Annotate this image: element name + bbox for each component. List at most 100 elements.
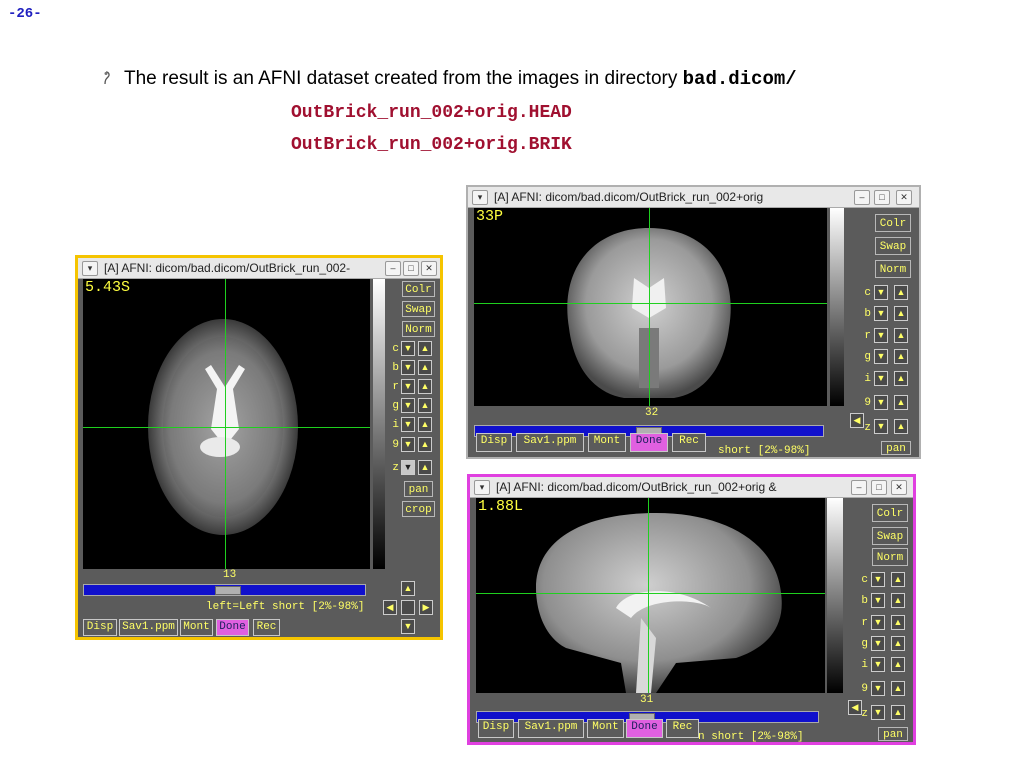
arrow-down-icon[interactable]: ▼: [401, 398, 415, 413]
arrow-down-icon[interactable]: ▼: [874, 328, 888, 343]
pan-button[interactable]: pan: [878, 727, 908, 741]
crosshair-vertical: [649, 208, 650, 406]
arrow-up-icon[interactable]: ▲: [891, 657, 905, 672]
arrow-right-icon[interactable]: ▶: [419, 600, 433, 615]
arrow-up-icon[interactable]: ▲: [418, 398, 432, 413]
arrow-up-icon[interactable]: ▲: [891, 615, 905, 630]
rec-button[interactable]: Rec: [672, 433, 706, 452]
minimize-icon[interactable]: ‒: [851, 480, 867, 495]
arrow-down-icon[interactable]: ▼: [874, 395, 888, 410]
slice-slider[interactable]: [83, 584, 366, 596]
arrow-down-icon[interactable]: ▼: [874, 306, 888, 321]
pan-button[interactable]: pan: [881, 441, 911, 455]
sagittal-image[interactable]: 1.88L: [476, 498, 825, 693]
arrow-up-icon[interactable]: ▲: [891, 572, 905, 587]
save-button[interactable]: Sav1.ppm: [516, 433, 584, 452]
arrow-left-icon[interactable]: ◀: [383, 600, 397, 615]
arrow-up-icon[interactable]: ▲: [891, 705, 905, 720]
maximize-icon[interactable]: □: [874, 190, 890, 205]
colr-button[interactable]: Colr: [872, 504, 908, 522]
arrow-down-icon[interactable]: ▼: [871, 657, 885, 672]
norm-button[interactable]: Norm: [875, 260, 911, 278]
arrow-up-icon[interactable]: ▲: [418, 360, 432, 375]
arrow-down-icon[interactable]: ▼: [871, 705, 885, 720]
disp-button[interactable]: Disp: [476, 433, 512, 452]
chevron-down-icon[interactable]: ▾: [82, 261, 98, 276]
close-icon[interactable]: ✕: [421, 261, 437, 276]
arrow-down-icon[interactable]: ▼: [874, 349, 888, 364]
center-button[interactable]: [401, 600, 415, 615]
arrow-up-icon[interactable]: ▲: [894, 419, 908, 434]
minimize-icon[interactable]: ‒: [385, 261, 401, 276]
intensity-colorbar[interactable]: [830, 208, 844, 406]
arrow-up-icon[interactable]: ▲: [401, 581, 415, 596]
close-icon[interactable]: ✕: [891, 480, 907, 495]
axial-image[interactable]: 5.43S: [83, 279, 370, 569]
arrow-down-icon[interactable]: ▼: [401, 360, 415, 375]
row-label-i: i: [861, 659, 868, 671]
arrow-up-icon[interactable]: ▲: [418, 379, 432, 394]
window-titlebar[interactable]: ▾ [A] AFNI: dicom/bad.dicom/OutBrick_run…: [78, 258, 440, 279]
arrow-down-icon[interactable]: ▼: [871, 681, 885, 696]
arrow-down-icon[interactable]: ▼: [401, 379, 415, 394]
arrow-down-icon[interactable]: ▼: [401, 417, 415, 432]
window-titlebar[interactable]: ▾ [A] AFNI: dicom/bad.dicom/OutBrick_run…: [470, 477, 913, 498]
swap-button[interactable]: Swap: [872, 527, 908, 545]
close-icon[interactable]: ✕: [896, 190, 912, 205]
colr-button[interactable]: Colr: [402, 281, 435, 297]
arrow-down-icon[interactable]: ▼: [401, 341, 415, 356]
arrow-up-icon[interactable]: ▲: [894, 328, 908, 343]
done-button[interactable]: Done: [216, 619, 249, 636]
maximize-icon[interactable]: □: [403, 261, 419, 276]
mont-button[interactable]: Mont: [587, 719, 624, 738]
rec-button[interactable]: Rec: [253, 619, 280, 636]
disp-button[interactable]: Disp: [83, 619, 117, 636]
norm-button[interactable]: Norm: [872, 548, 908, 566]
done-button[interactable]: Done: [630, 433, 668, 452]
disp-button[interactable]: Disp: [478, 719, 514, 738]
save-button[interactable]: Sav1.ppm: [119, 619, 178, 636]
arrow-up-icon[interactable]: ▲: [891, 636, 905, 651]
arrow-up-icon[interactable]: ▲: [894, 395, 908, 410]
arrow-down-icon[interactable]: ▼: [874, 371, 888, 386]
save-button[interactable]: Sav1.ppm: [518, 719, 584, 738]
arrow-down-icon[interactable]: ▼: [401, 460, 415, 475]
minimize-icon[interactable]: ‒: [854, 190, 870, 205]
arrow-up-icon[interactable]: ▲: [891, 593, 905, 608]
colr-button[interactable]: Colr: [875, 214, 911, 232]
arrow-up-icon[interactable]: ▲: [418, 341, 432, 356]
arrow-down-icon[interactable]: ▼: [401, 619, 415, 634]
arrow-up-icon[interactable]: ▲: [418, 417, 432, 432]
norm-button[interactable]: Norm: [402, 321, 435, 337]
mont-button[interactable]: Mont: [588, 433, 626, 452]
intensity-colorbar[interactable]: [827, 498, 843, 693]
arrow-up-icon[interactable]: ▲: [418, 437, 432, 452]
coronal-image[interactable]: 33P: [474, 208, 827, 406]
mont-button[interactable]: Mont: [180, 619, 213, 636]
arrow-down-icon[interactable]: ▼: [871, 636, 885, 651]
arrow-down-icon[interactable]: ▼: [871, 615, 885, 630]
chevron-down-icon[interactable]: ▾: [474, 480, 490, 495]
swap-button[interactable]: Swap: [875, 237, 911, 255]
pan-button[interactable]: pan: [404, 481, 433, 497]
arrow-up-icon[interactable]: ▲: [894, 349, 908, 364]
arrow-down-icon[interactable]: ▼: [874, 419, 888, 434]
rec-button[interactable]: Rec: [666, 719, 699, 738]
arrow-up-icon[interactable]: ▲: [894, 285, 908, 300]
arrow-down-icon[interactable]: ▼: [871, 593, 885, 608]
slider-thumb[interactable]: [215, 586, 241, 595]
arrow-down-icon[interactable]: ▼: [874, 285, 888, 300]
arrow-down-icon[interactable]: ▼: [871, 572, 885, 587]
arrow-up-icon[interactable]: ▲: [894, 306, 908, 321]
maximize-icon[interactable]: □: [871, 480, 887, 495]
swap-button[interactable]: Swap: [402, 301, 435, 317]
crop-button[interactable]: crop: [402, 501, 435, 517]
intensity-colorbar[interactable]: [373, 279, 385, 569]
arrow-down-icon[interactable]: ▼: [401, 437, 415, 452]
arrow-up-icon[interactable]: ▲: [418, 460, 432, 475]
chevron-down-icon[interactable]: ▾: [472, 190, 488, 205]
done-button[interactable]: Done: [626, 719, 663, 738]
arrow-up-icon[interactable]: ▲: [894, 371, 908, 386]
arrow-up-icon[interactable]: ▲: [891, 681, 905, 696]
window-titlebar[interactable]: ▾ [A] AFNI: dicom/bad.dicom/OutBrick_run…: [468, 187, 919, 208]
